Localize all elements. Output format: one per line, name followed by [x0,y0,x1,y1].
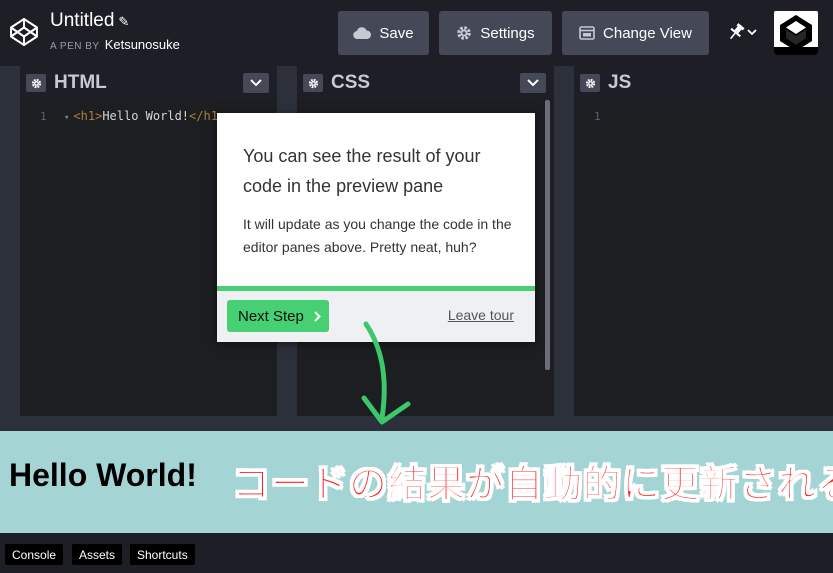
fold-arrow-icon[interactable]: ▾ [64,113,69,123]
gear-icon [457,26,472,40]
js-panel-header: JS [574,66,833,100]
pen-by-label: A PEN BY [50,41,100,52]
js-code-editor[interactable]: 1 [574,100,833,416]
chevron-right-icon [314,310,321,322]
user-avatar-image [774,11,818,55]
change-view-button[interactable]: Change View [562,11,709,55]
preview-heading: Hello World! [9,457,197,493]
bottom-toolbar: Console Assets Shortcuts [0,533,833,573]
code-open-tag: <h1> [73,109,103,123]
js-panel-title: JS [608,72,632,93]
css-scrollbar[interactable] [545,100,550,370]
resize-gutter[interactable] [554,66,574,416]
html-panel-menu-button[interactable] [243,73,269,93]
html-settings-button[interactable] [26,74,46,92]
settings-button-label: Settings [480,24,535,42]
code-text: Hello World! [102,109,190,123]
css-panel-header: CSS [297,66,554,100]
cloud-icon [353,27,372,39]
pen-title[interactable]: Untitled ✎ [50,10,129,32]
gear-icon [308,78,318,88]
line-number: 1 [40,110,47,123]
css-panel-menu-button[interactable] [520,73,546,93]
assets-button[interactable]: Assets [72,544,123,565]
css-settings-button[interactable] [303,74,323,92]
save-button[interactable]: Save [338,11,429,55]
pin-icon [729,23,757,40]
pen-author-line: A PEN BY Ketsunosuke [50,37,180,52]
gear-icon [31,78,41,88]
css-panel-title: CSS [331,72,371,93]
html-code-line[interactable]: ▾ <h1>Hello World!</h1> [64,109,225,123]
gear-icon [585,78,595,88]
next-step-button[interactable]: Next Step [227,300,329,332]
avatar[interactable] [774,11,818,55]
next-step-label: Next Step [238,307,304,325]
settings-button[interactable]: Settings [439,11,552,55]
console-button[interactable]: Console [5,544,64,565]
line-number: 1 [594,110,601,123]
codepen-logo-icon[interactable] [8,16,40,48]
pencil-icon[interactable]: ✎ [118,14,129,29]
tour-title: You can see the result of your code in t… [243,146,481,196]
chevron-down-icon [747,29,757,36]
resize-gutter[interactable] [0,66,20,416]
html-panel-header: HTML [20,66,277,100]
top-header: Untitled ✎ A PEN BY Ketsunosuke Save Sett… [0,0,833,66]
pen-title-text[interactable]: Untitled [50,10,114,31]
preview-pane: Hello World! コードの結果が自動的に更新される [0,431,833,533]
change-view-button-label: Change View [603,24,692,42]
annotation-arrow-icon [361,321,411,425]
layout-icon [579,26,595,40]
tour-popup: You can see the result of your code in t… [217,113,535,342]
author-link[interactable]: Ketsunosuke [105,37,180,52]
js-editor-panel: JS 1 [574,66,833,416]
html-panel-title: HTML [54,72,107,93]
save-button-label: Save [379,24,414,42]
annotation-text: コードの結果が自動的に更新される [231,464,833,507]
shortcuts-button[interactable]: Shortcuts [130,544,195,565]
pin-menu[interactable] [728,22,760,44]
js-settings-button[interactable] [580,74,600,92]
chevron-down-icon [250,79,262,87]
leave-tour-link[interactable]: Leave tour [448,307,514,323]
tour-body: It will update as you change the code in… [243,216,512,255]
chevron-down-icon [527,79,539,87]
